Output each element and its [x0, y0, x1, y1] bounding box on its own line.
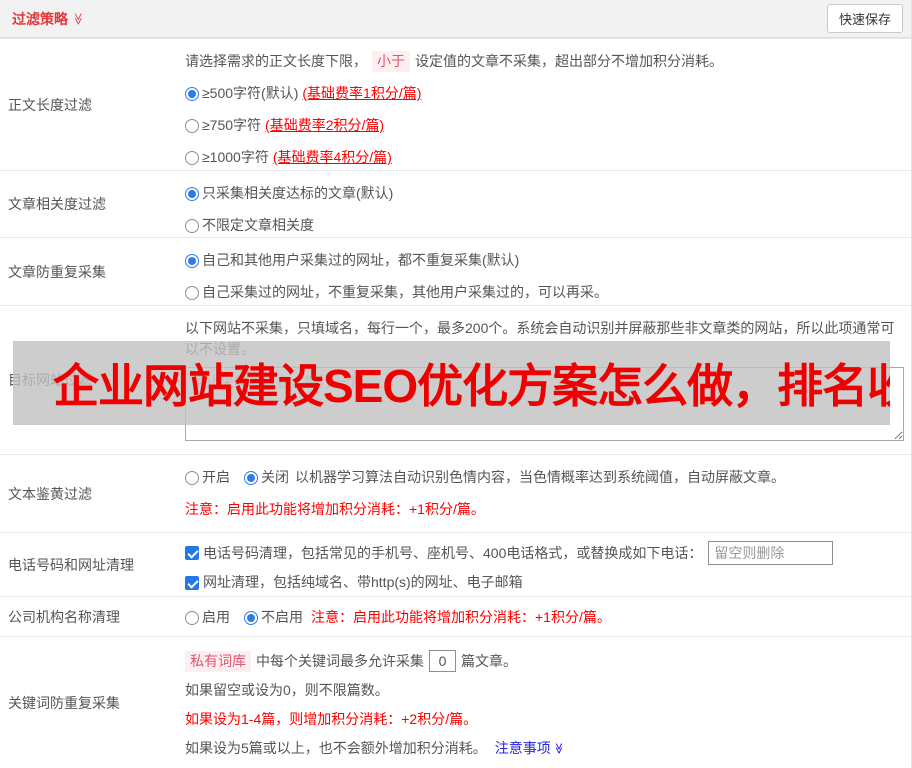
cost-note: (基础费率1积分/篇): [302, 85, 422, 101]
radio-icon[interactable]: [185, 150, 199, 165]
row-label: 文章防重复采集: [8, 263, 106, 280]
porn-filter-note: 注意：启用此功能将增加积分消耗：+1积分/篇。: [185, 501, 485, 517]
page-title-label: 过滤策略: [12, 10, 68, 27]
row-label: 目标网站过滤: [8, 372, 92, 388]
filter-strategy-page: 过滤策略 ≫ 快速保存 正文长度过滤 请选择需求的正文长度下限， 小于 设定值的…: [0, 0, 912, 768]
radio-checked-icon[interactable]: [185, 186, 199, 201]
row-keyword-dedupe: 关键词防重复采集 私有词库 中每个关键词最多允许采集 篇文章。 如果留空或设为0…: [0, 636, 911, 768]
phone-clean-label: 电话号码清理，包括常见的手机号、座机号、400电话格式，或替换成如下电话：: [203, 544, 703, 561]
radio-option-company-off[interactable]: 不启用: [244, 607, 303, 628]
checkbox-checked-icon[interactable]: [185, 546, 199, 560]
content-length-intro: 请选择需求的正文长度下限， 小于 设定值的文章不采集，超出部分不增加积分消耗。: [185, 51, 901, 72]
radio-option-company-on[interactable]: 启用: [185, 607, 230, 628]
topbar: 过滤策略 ≫ 快速保存: [0, 0, 911, 38]
radio-option-relevance-any[interactable]: 不限定文章相关度: [185, 215, 901, 236]
row-phone-url-clean: 电话号码和网址清理 电话号码清理，包括常见的手机号、座机号、400电话格式，或替…: [0, 532, 911, 596]
radio-icon[interactable]: [185, 118, 199, 133]
blocked-domains-textarea[interactable]: [185, 367, 904, 441]
company-clean-note: 注意：启用此功能将增加积分消耗：+1积分/篇。: [311, 609, 611, 625]
radio-checked-icon[interactable]: [244, 470, 258, 485]
chevron-down-icon: ≫: [71, 12, 86, 25]
row-label: 正文长度过滤: [8, 96, 92, 113]
radio-icon[interactable]: [185, 285, 199, 300]
highlight-lessthan: 小于: [372, 51, 410, 72]
radio-option-1000[interactable]: ≥1000字符 (基础费率4积分/篇): [185, 147, 901, 168]
keyword-note-2: 如果设为1-4篇，则增加积分消耗：+2积分/篇。: [185, 711, 478, 727]
row-label: 公司机构名称清理: [8, 608, 120, 625]
radio-checked-icon[interactable]: [185, 86, 199, 101]
radio-option-500[interactable]: ≥500字符(默认) (基础费率1积分/篇): [185, 83, 901, 104]
radio-option-dedupe-self[interactable]: 自己采集过的网址，不重复采集，其他用户采集过的，可以再采。: [185, 282, 901, 303]
replace-phone-input[interactable]: [708, 541, 834, 565]
radio-icon[interactable]: [185, 218, 199, 233]
radio-option-porn-off[interactable]: 关闭: [244, 467, 289, 488]
row-dedupe: 文章防重复采集 自己和其他用户采集过的网址，都不重复采集(默认) 自己采集过的网…: [0, 237, 911, 305]
radio-checked-icon[interactable]: [244, 610, 258, 625]
radio-option-750[interactable]: ≥750字符 (基础费率2积分/篇): [185, 115, 901, 136]
private-lexicon-tag: 私有词库: [185, 650, 251, 672]
radio-option-porn-on[interactable]: 开启: [185, 467, 230, 488]
porn-filter-desc: 以机器学习算法自动识别色情内容，当色情概率达到系统阈值，自动屏蔽文章。: [295, 469, 785, 485]
page-title[interactable]: 过滤策略 ≫: [12, 9, 85, 29]
row-label: 文章相关度过滤: [8, 196, 106, 212]
row-porn-filter: 文本鉴黄过滤 开启 关闭 以机器学习算法自动识别色情内容，当色情概率达到系统阈值…: [0, 454, 911, 532]
radio-option-relevance-strict[interactable]: 只采集相关度达标的文章(默认): [185, 183, 901, 204]
cost-note: (基础费率4积分/篇): [272, 149, 392, 165]
target-site-desc: 以下网站不采集，只填域名，每行一个，最多200个。系统会自动识别并屏蔽那些非文章…: [185, 320, 895, 357]
radio-option-dedupe-all[interactable]: 自己和其他用户采集过的网址，都不重复采集(默认): [185, 250, 901, 271]
notes-link[interactable]: 注意事项 ≫: [495, 738, 564, 759]
quick-save-button[interactable]: 快速保存: [826, 4, 903, 33]
checkbox-checked-icon[interactable]: [185, 575, 199, 590]
url-clean-label: 网址清理，包括纯域名、带http(s)的网址、电子邮箱: [203, 574, 523, 590]
max-articles-input[interactable]: [429, 650, 456, 672]
radio-checked-icon[interactable]: [185, 253, 199, 268]
row-company-clean: 公司机构名称清理 启用 不启用 注意：启用此功能将增加积分消耗：+1积分/篇。: [0, 596, 911, 636]
row-content-length: 正文长度过滤 请选择需求的正文长度下限， 小于 设定值的文章不采集，超出部分不增…: [0, 38, 911, 170]
keyword-note-3: 如果设为5篇或以上，也不会额外增加积分消耗。: [185, 740, 487, 756]
row-label: 关键词防重复采集: [8, 694, 120, 711]
cost-note: (基础费率2积分/篇): [265, 117, 385, 133]
row-label: 文本鉴黄过滤: [8, 485, 92, 502]
radio-icon[interactable]: [185, 610, 199, 625]
row-label: 电话号码和网址清理: [8, 556, 134, 573]
radio-icon[interactable]: [185, 470, 199, 485]
keyword-note-1: 如果留空或设为0，则不限篇数。: [185, 682, 389, 698]
row-relevance: 文章相关度过滤 只采集相关度达标的文章(默认) 不限定文章相关度: [0, 170, 911, 237]
row-target-site: 目标网站过滤 以下网站不采集，只填域名，每行一个，最多200个。系统会自动识别并…: [0, 305, 911, 454]
chevron-down-icon: ≫: [552, 742, 565, 755]
